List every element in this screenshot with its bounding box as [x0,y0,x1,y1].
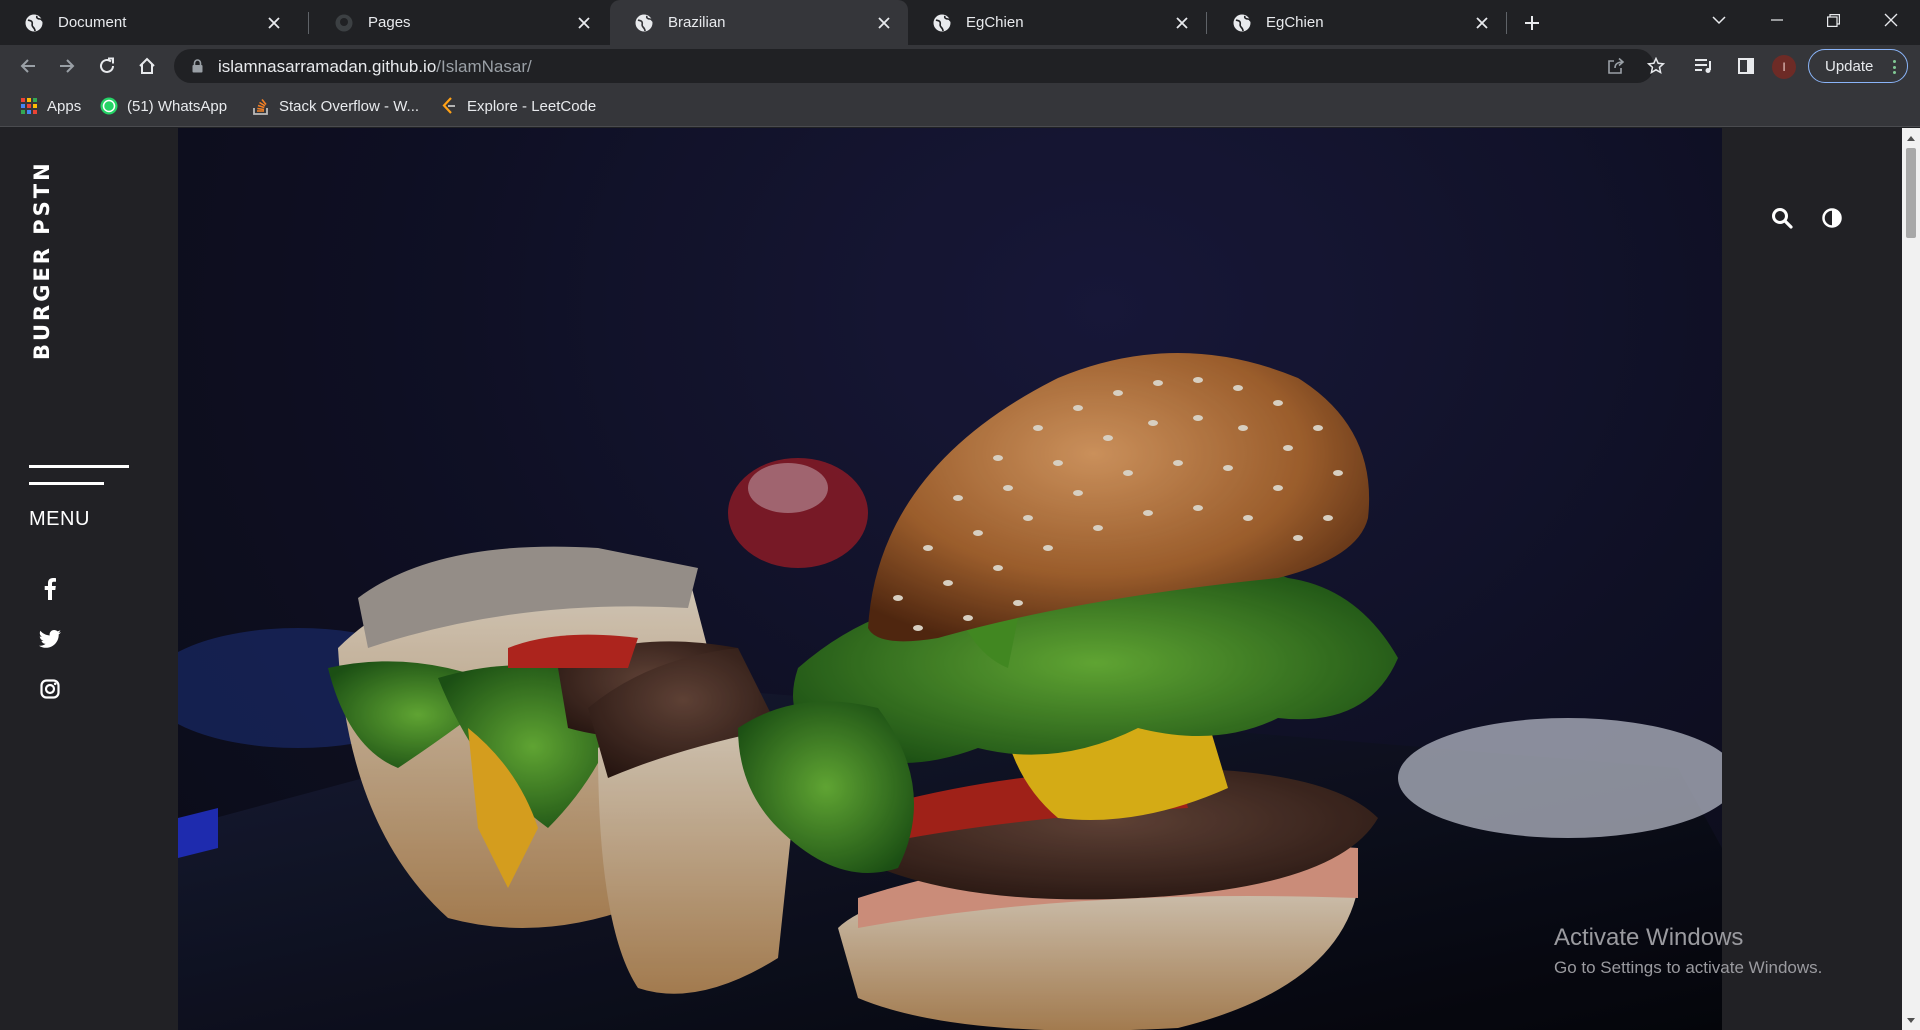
tab-separator [308,12,309,34]
menu-label[interactable]: MENU [29,508,90,531]
side-panel-icon[interactable] [1734,54,1758,78]
site-sidebar: BURGER PSTN MENU [0,128,178,1030]
scrollbar-thumb[interactable] [1906,148,1916,238]
whatsapp-icon [100,97,118,115]
contrast-icon[interactable] [1818,204,1846,232]
tab-brazilian[interactable]: Brazilian [610,0,908,45]
globe-icon [25,14,44,31]
instagram-icon[interactable] [37,676,63,702]
tab-egchien-2[interactable]: EgChien [1208,0,1506,45]
globe-icon [635,14,654,31]
bookmarks-bar: Apps (51) WhatsApp Stack Overflow - W...… [0,87,1920,127]
site-logo[interactable]: BURGER PSTN [30,160,54,360]
site-header-right [1722,128,1902,1030]
search-icon[interactable] [1768,204,1796,232]
close-icon [1884,13,1898,27]
arrow-left-icon [20,59,35,73]
bookmark-leetcode[interactable]: Explore - LeetCode [440,87,596,125]
bookmark-label: Stack Overflow - W... [279,97,420,115]
close-icon[interactable] [874,13,894,33]
update-label: Update [1825,57,1874,75]
close-icon[interactable] [1472,13,1492,33]
globe-icon [1233,14,1252,31]
bookmark-stackoverflow[interactable]: Stack Overflow - W... [252,87,419,125]
browser-toolbar: islamnasarramadan.github.io/IslamNasar/ … [0,45,1920,87]
tab-strip: Document Pages Brazilian EgChien EgChien [0,0,1920,45]
url-text[interactable]: islamnasarramadan.github.io/IslamNasar/ [218,57,532,77]
url-path: /IslamNasar/ [436,57,532,76]
hero-image [178,128,1722,1030]
minimize-button[interactable] [1754,0,1800,40]
github-icon [335,14,353,31]
media-queue-icon[interactable] [1692,54,1716,78]
home-button[interactable] [131,50,163,82]
tab-label: Pages [368,14,411,31]
restore-icon [1826,13,1840,27]
bookmark-label: (51) WhatsApp [127,97,228,115]
reload-button[interactable] [91,50,123,82]
windows-activation-watermark: Activate Windows Go to Settings to activ… [1554,924,1822,978]
close-icon[interactable] [1172,13,1192,33]
tab-search-button[interactable] [1696,0,1742,40]
watermark-title: Activate Windows [1554,924,1744,951]
twitter-icon[interactable] [37,626,63,652]
more-icon [1893,60,1897,74]
home-icon [139,57,155,74]
bookmark-apps[interactable]: Apps [20,87,81,125]
tab-document[interactable]: Document [0,0,298,45]
arrow-right-icon [60,59,75,73]
tab-separator [1506,12,1507,34]
watermark-text: Go to Settings to activate Windows. [1554,958,1823,977]
chevron-down-icon [1712,15,1726,24]
tab-label: EgChien [966,14,1024,31]
close-window-button[interactable] [1868,0,1914,40]
apps-grid-icon [20,97,38,115]
leetcode-icon [440,97,458,115]
close-icon[interactable] [574,13,594,33]
globe-icon [933,14,952,31]
menu-toggle[interactable] [29,465,129,487]
close-icon[interactable] [264,13,284,33]
update-button[interactable]: Update [1808,49,1908,83]
new-tab-button[interactable] [1518,9,1546,37]
bookmark-label: Explore - LeetCode [467,97,597,115]
stackoverflow-icon [252,97,270,115]
tab-label: Document [58,14,127,31]
url-host: islamnasarramadan.github.io [218,57,437,76]
burger-photo [178,128,1722,1030]
web-page: BURGER PSTN MENU [0,128,1902,1030]
restore-button[interactable] [1810,0,1856,40]
forward-button[interactable] [51,50,83,82]
minimize-icon [1771,19,1783,21]
tab-label: EgChien [1266,14,1324,31]
scroll-up-icon[interactable] [1902,130,1920,146]
tab-egchien-1[interactable]: EgChien [908,0,1206,45]
plus-icon [1525,16,1539,30]
facebook-icon[interactable] [37,576,63,602]
reload-icon [100,57,114,73]
page-scrollbar[interactable] [1902,128,1920,1030]
tab-label: Brazilian [668,14,726,31]
bookmark-whatsapp[interactable]: (51) WhatsApp [100,87,227,125]
tab-pages[interactable]: Pages [310,0,608,45]
lock-icon[interactable] [188,57,206,75]
brand-text: BURGER PSTN [30,160,54,360]
tab-separator [1206,12,1207,34]
share-icon[interactable] [1604,54,1628,78]
bookmark-star-icon[interactable] [1644,54,1668,78]
scroll-down-icon[interactable] [1902,1012,1920,1028]
bookmark-label: Apps [47,97,82,115]
back-button[interactable] [12,50,44,82]
address-bar[interactable]: islamnasarramadan.github.io/IslamNasar/ [174,49,1665,83]
profile-avatar[interactable]: I [1772,55,1796,79]
